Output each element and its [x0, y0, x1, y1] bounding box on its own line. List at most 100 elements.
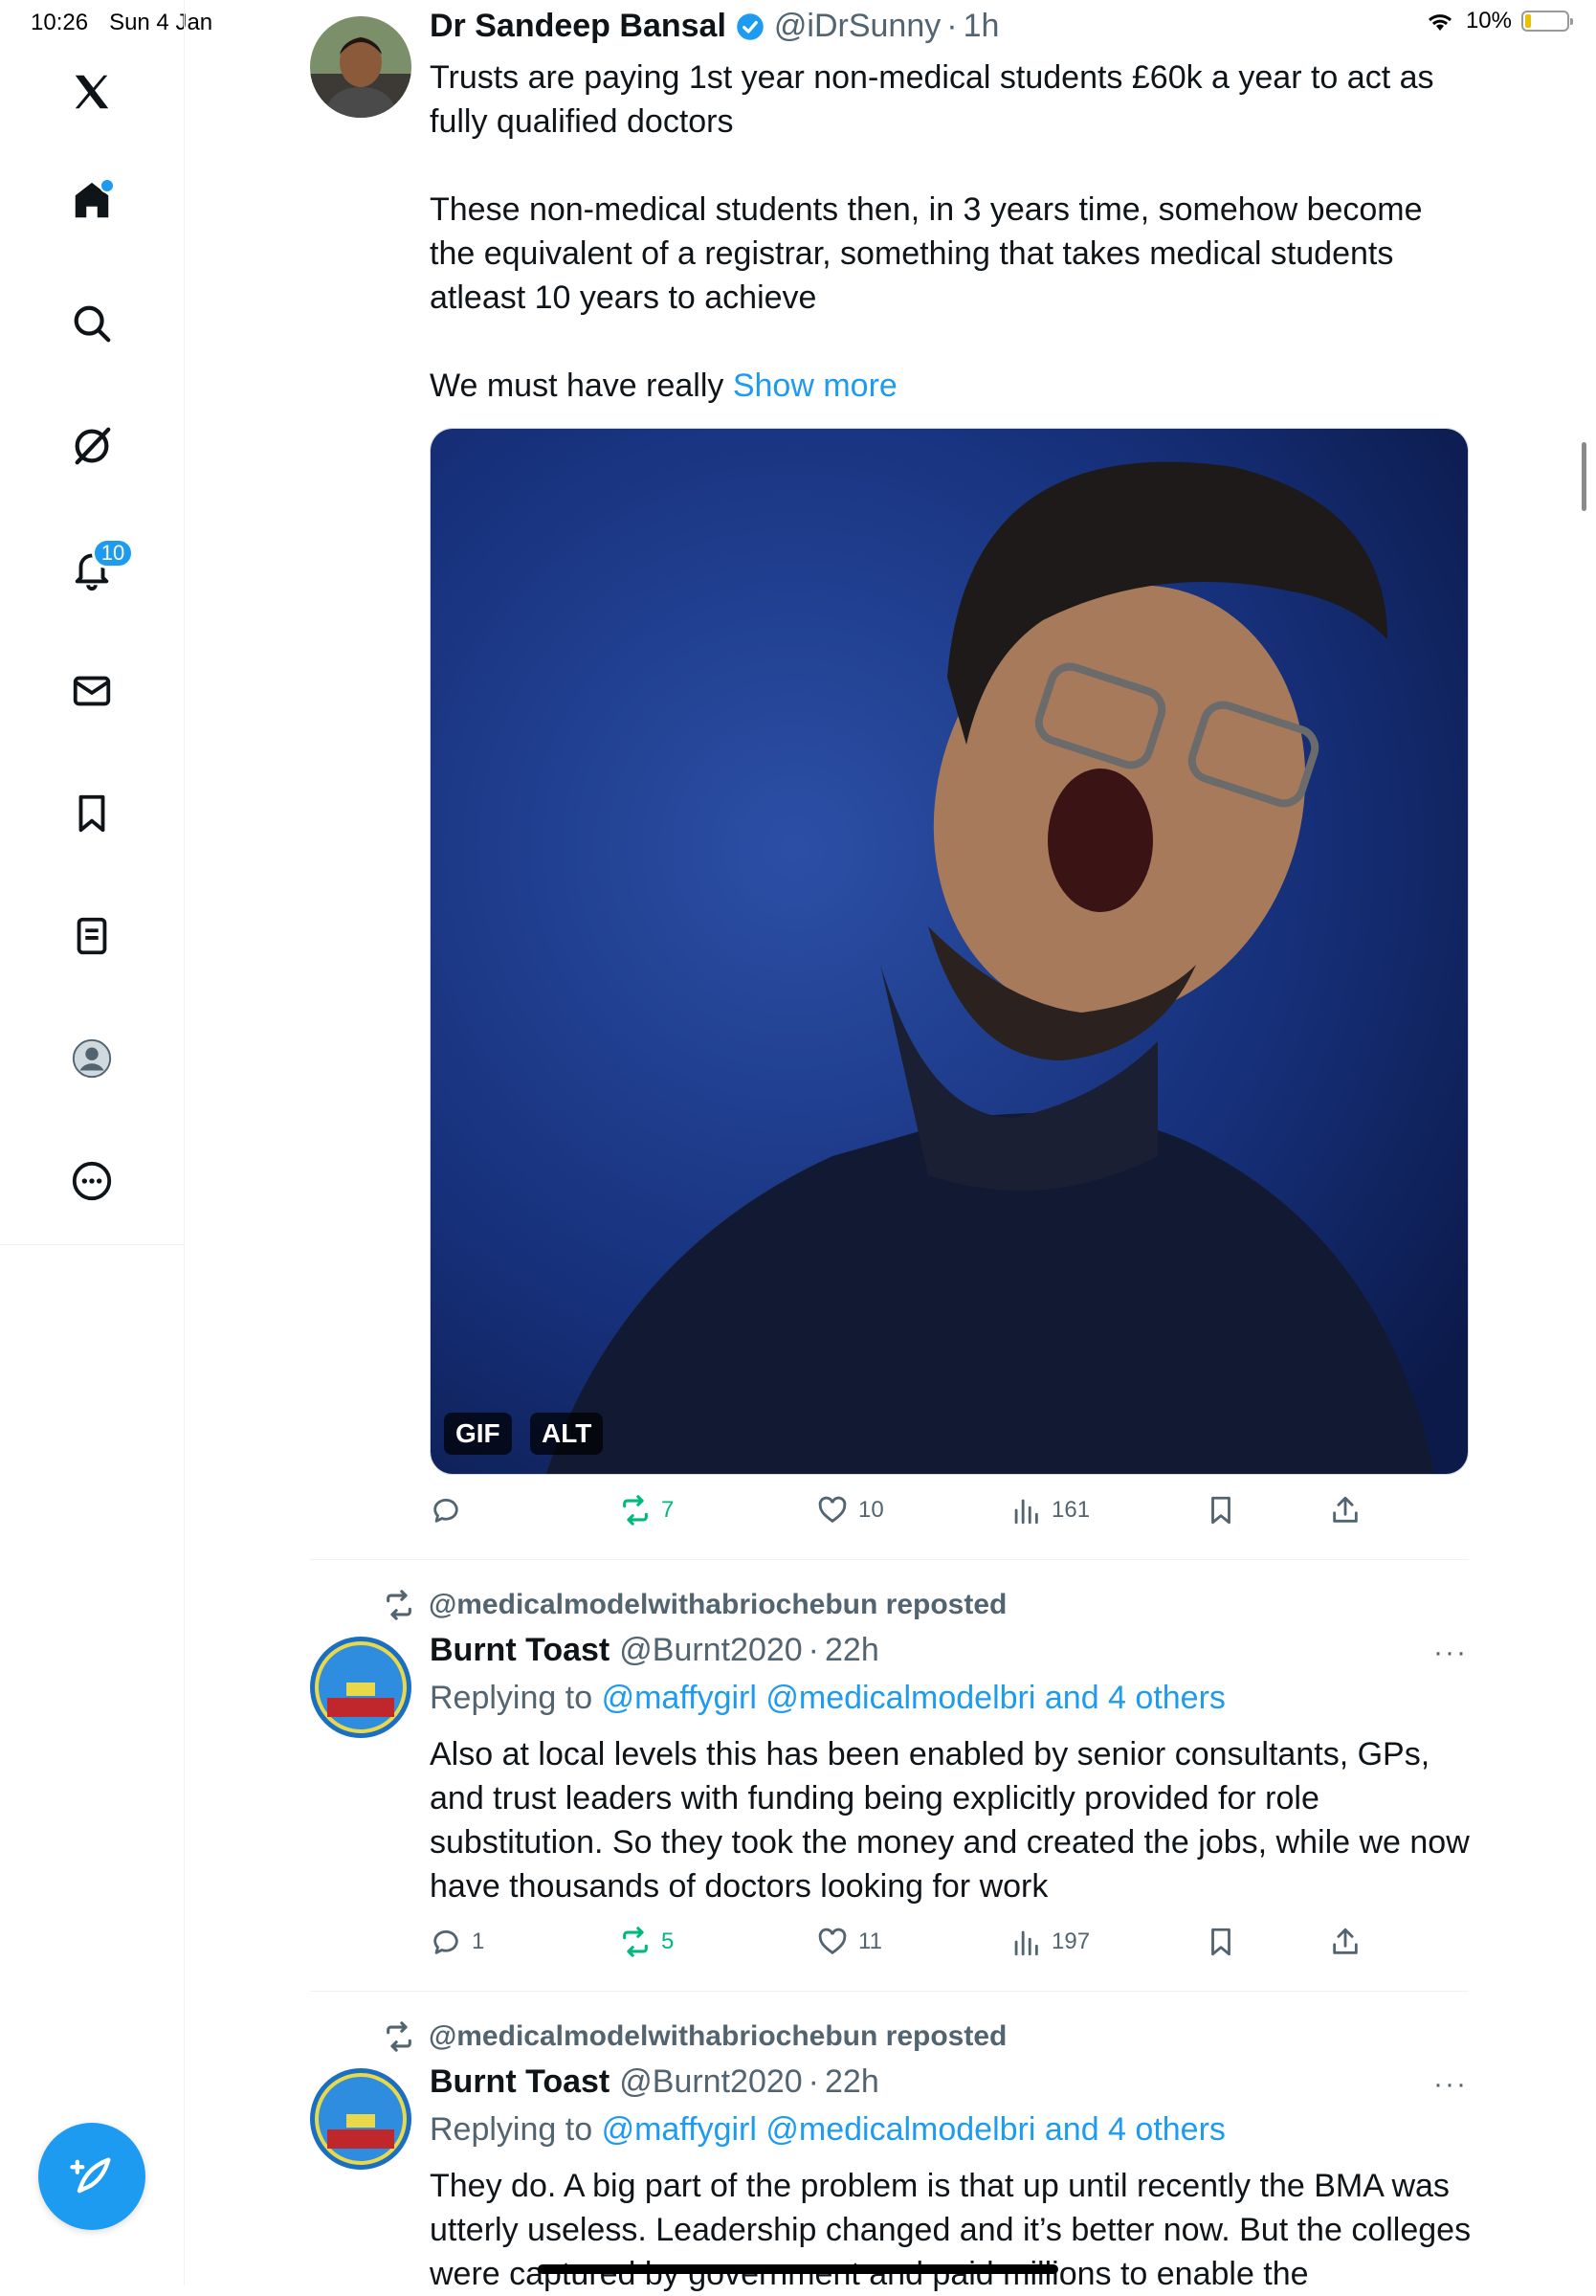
tweet-header: Burnt Toast @Burnt2020 · 22h — [430, 2063, 879, 2101]
like-button[interactable]: 11 — [816, 1926, 882, 1958]
heart-icon — [818, 1928, 847, 1955]
tweet-paragraph-text: We must have really — [430, 368, 724, 404]
author-handle[interactable]: @Burnt2020 — [619, 1632, 802, 1669]
share-icon — [1333, 1496, 1358, 1523]
like-count: 11 — [858, 1928, 882, 1954]
bookmark-icon — [1211, 1928, 1230, 1956]
replying-to-links[interactable]: @maffygirl @medicalmodelbri and 4 others — [602, 1680, 1226, 1716]
wifi-icon — [1428, 14, 1452, 31]
like-button[interactable]: 10 — [816, 1494, 884, 1527]
bookmark-button[interactable] — [1205, 1926, 1237, 1958]
tweet-media-gif[interactable]: GIF ALT — [430, 428, 1469, 1475]
home-indicator[interactable] — [538, 2264, 1058, 2274]
tweet-text: Also at local levels this has been enabl… — [430, 1736, 1470, 1905]
notifications-icon[interactable]: 10 — [63, 538, 134, 597]
timestamp[interactable]: 22h — [825, 2063, 879, 2101]
views-button[interactable]: 161 — [1009, 1494, 1090, 1527]
more-options-icon[interactable]: ··· — [1433, 1637, 1468, 1669]
battery-percent: 10% — [1465, 8, 1512, 33]
profile-icon[interactable] — [63, 1030, 121, 1087]
repost-button[interactable]: 5 — [619, 1926, 674, 1958]
search-icon[interactable] — [63, 295, 121, 352]
scroll-indicator[interactable] — [1582, 442, 1586, 511]
separator-dot: · — [808, 1632, 819, 1668]
lists-icon[interactable] — [63, 907, 121, 965]
like-count: 10 — [858, 1497, 884, 1523]
home-icon[interactable] — [63, 172, 121, 230]
battery-icon — [1521, 11, 1573, 32]
more-options-icon[interactable]: ··· — [1433, 2068, 1468, 2101]
messages-icon[interactable] — [63, 662, 121, 720]
avatar[interactable] — [310, 16, 411, 118]
author-handle[interactable]: @iDrSunny — [774, 8, 941, 45]
repost-count: 7 — [661, 1497, 675, 1523]
repost-context[interactable]: @medicalmodelwithabriochebun reposted — [383, 2020, 1007, 2053]
grok-icon[interactable] — [63, 417, 121, 475]
home-unread-dot — [100, 178, 115, 193]
share-button[interactable] — [1329, 1926, 1362, 1958]
tweet-paragraph: We must have really Show more — [430, 364, 1473, 408]
tweet-actions: 1 5 11 197 — [430, 1926, 1473, 1970]
notifications-badge: 10 — [92, 538, 134, 568]
tweet-actions: 7 10 161 — [430, 1494, 1473, 1538]
reply-button[interactable]: 1 — [430, 1926, 484, 1958]
sidebar: 10 — [0, 0, 185, 2285]
timestamp[interactable]: 22h — [825, 1632, 879, 1669]
heart-icon — [818, 1496, 847, 1524]
tweet-paragraph: These non-medical students then, in 3 ye… — [430, 191, 1423, 316]
share-button[interactable] — [1329, 1494, 1362, 1527]
views-button[interactable]: 197 — [1009, 1926, 1090, 1958]
bookmark-button[interactable] — [1205, 1494, 1237, 1527]
avatar[interactable] — [310, 2068, 411, 2170]
reposted-by-text: @medicalmodelwithabriochebun reposted — [429, 2020, 1008, 2052]
sidebar-separator — [0, 1244, 184, 1245]
alt-tag[interactable]: ALT — [530, 1413, 604, 1455]
bookmark-icon — [1211, 1496, 1230, 1525]
avatar[interactable] — [310, 1637, 411, 1738]
replying-to-links[interactable]: @maffygirl @medicalmodelbri and 4 others — [602, 2111, 1226, 2148]
gif-image — [431, 429, 1468, 1474]
bookmarks-icon[interactable] — [63, 785, 121, 842]
tweet-header: Dr Sandeep Bansal @iDrSunny · 1h — [430, 8, 999, 45]
reply-icon — [433, 1929, 458, 1954]
separator-dot: · — [946, 8, 958, 44]
tweet-text: Trusts are paying 1st year non-medical s… — [430, 56, 1473, 408]
repost-icon — [623, 1495, 648, 1526]
repost-icon — [387, 1590, 411, 1620]
repost-icon — [623, 1927, 648, 1957]
repost-button[interactable]: 7 — [619, 1494, 674, 1527]
tweet-divider — [310, 1991, 1469, 1992]
reposted-by-text: @medicalmodelwithabriochebun reposted — [429, 1589, 1008, 1620]
reply-count: 1 — [472, 1928, 485, 1954]
reply-icon — [433, 1498, 458, 1523]
gif-tag: GIF — [444, 1413, 512, 1455]
reply-button[interactable] — [430, 1494, 472, 1527]
views-icon — [1014, 1930, 1038, 1956]
compose-icon — [70, 2157, 111, 2194]
tweet-divider — [310, 1559, 1469, 1560]
author-name[interactable]: Burnt Toast — [430, 1632, 610, 1669]
status-bar-right: 10% — [1424, 8, 1573, 34]
show-more-link[interactable]: Show more — [733, 368, 898, 404]
tweet-paragraph: Trusts are paying 1st year non-medical s… — [430, 59, 1434, 140]
repost-count: 5 — [661, 1928, 675, 1954]
replying-to-label: Replying to — [430, 1680, 593, 1716]
author-name[interactable]: Dr Sandeep Bansal — [430, 8, 726, 45]
tweet-header: Burnt Toast @Burnt2020 · 22h — [430, 1632, 879, 1669]
author-handle[interactable]: @Burnt2020 — [619, 2063, 802, 2101]
author-name[interactable]: Burnt Toast — [430, 2063, 610, 2101]
views-icon — [1014, 1499, 1038, 1525]
share-icon — [1333, 1928, 1358, 1954]
replying-to-label: Replying to — [430, 2111, 593, 2148]
repost-icon — [387, 2021, 411, 2052]
more-icon[interactable] — [63, 1152, 121, 1210]
replying-to: Replying to @maffygirl @medicalmodelbri … — [430, 1680, 1226, 1717]
x-logo-icon[interactable] — [63, 63, 121, 121]
repost-context[interactable]: @medicalmodelwithabriochebun reposted — [383, 1589, 1007, 1621]
views-count: 161 — [1052, 1497, 1091, 1523]
compose-button[interactable] — [38, 2123, 145, 2230]
replying-to: Replying to @maffygirl @medicalmodelbri … — [430, 2111, 1226, 2149]
verified-badge-icon[interactable] — [736, 12, 765, 41]
separator-dot: · — [808, 2063, 819, 2100]
timestamp[interactable]: 1h — [964, 8, 1000, 45]
